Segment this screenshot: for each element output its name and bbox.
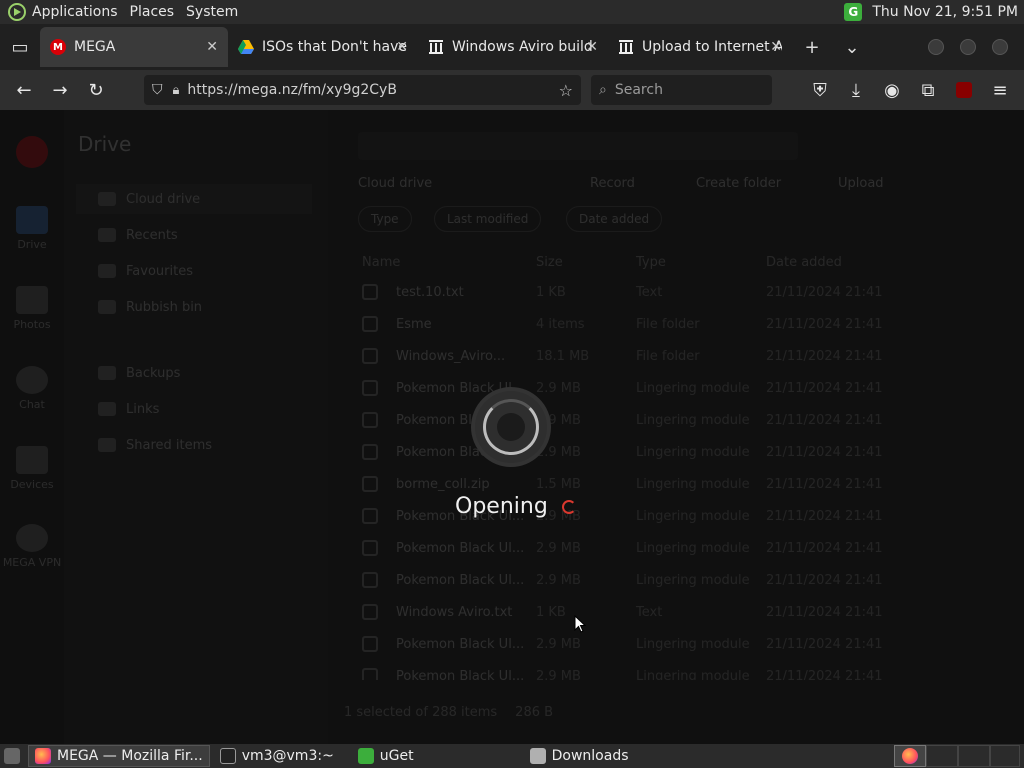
download-icon: ⤓: [852, 79, 860, 101]
arrow-left-icon: ←: [16, 79, 32, 101]
uget-tray-icon[interactable]: G: [844, 3, 863, 21]
minimize-button[interactable]: [928, 39, 944, 55]
taskbar-label: MEGA — Mozilla Fir...: [57, 748, 203, 764]
workspace-3[interactable]: [958, 745, 990, 767]
folder-icon: [529, 748, 546, 764]
close-icon[interactable]: ✕: [396, 39, 408, 55]
workspace-1[interactable]: [894, 745, 926, 767]
clock[interactable]: Thu Nov 21, 9:51 PM: [872, 4, 1018, 20]
hamburger-menu-icon: ≡: [992, 79, 1008, 101]
taskbar-label: vm3@vm3:~: [241, 748, 334, 764]
archive-icon: [618, 39, 634, 55]
taskbar-item-downloads[interactable]: Downloads: [524, 745, 635, 767]
tab-title: MEGA: [74, 39, 116, 55]
downloads-button[interactable]: ⤓: [838, 72, 874, 108]
shield-icon[interactable]: ⛉: [152, 82, 163, 98]
archive-icon: [428, 39, 444, 55]
top-panel: Applications Places System G Thu Nov 21,…: [0, 0, 1024, 24]
app-menu-button[interactable]: ≡: [982, 72, 1018, 108]
taskbar-label: Downloads: [551, 748, 629, 764]
pocket-icon: ⛨: [813, 79, 827, 101]
account-button[interactable]: ◉: [874, 72, 910, 108]
taskbar-item-uget[interactable]: uGet: [352, 745, 420, 767]
maximize-button[interactable]: [960, 39, 976, 55]
show-desktop-button[interactable]: [0, 745, 24, 767]
search-field[interactable]: ⌕ Search: [591, 75, 772, 105]
spinner-icon: [561, 499, 576, 514]
mega-loading-icon: [475, 391, 547, 463]
tab-title: ISOs that Don't haven: [262, 39, 408, 55]
search-icon: ⌕: [599, 82, 607, 98]
menu-places[interactable]: Places: [124, 4, 181, 20]
terminal-icon: [219, 748, 236, 764]
arrow-right-icon: →: [52, 79, 68, 101]
tab-upload-ia[interactable]: Upload to Internet Arc ✕: [608, 27, 792, 67]
drive-icon: [238, 39, 254, 55]
new-tab-button[interactable]: +: [792, 27, 832, 67]
url-bar[interactable]: ⛉ 🔒︎ https://mega.nz/fm/xy9g2CyB ☆: [144, 75, 581, 105]
firefox-icon: [902, 748, 918, 764]
loading-core: [497, 413, 525, 441]
ublock-button[interactable]: [946, 72, 982, 108]
workspace-2[interactable]: [926, 745, 958, 767]
tab-title: Upload to Internet Arc: [642, 39, 782, 55]
opening-text: Opening: [455, 494, 548, 519]
taskbar: MEGA — Mozilla Fir... vm3@vm3:~ uGet Dow…: [0, 744, 1024, 768]
lock-icon[interactable]: 🔒︎: [173, 83, 180, 98]
firefox-icon: [35, 748, 51, 764]
pocket-button[interactable]: ⛨: [802, 72, 838, 108]
back-button[interactable]: ←: [6, 72, 42, 108]
list-all-tabs-button[interactable]: ⌄: [832, 27, 872, 67]
search-placeholder: Search: [614, 82, 663, 98]
page-content: Drive Photos Chat Devices MEGA VPN Drive…: [0, 110, 1024, 744]
url-text[interactable]: https://mega.nz/fm/xy9g2CyB: [187, 82, 397, 98]
ublock-icon: [956, 82, 972, 98]
puzzle-icon: ⧉: [921, 79, 935, 101]
desktop-icon: [4, 748, 20, 764]
tab-mega[interactable]: M MEGA ✕: [40, 27, 228, 67]
close-icon[interactable]: ✕: [770, 39, 782, 55]
workspace-4[interactable]: [990, 745, 1020, 767]
plus-icon: +: [804, 36, 820, 58]
tab-bar: ▭ M MEGA ✕ ISOs that Don't haven ✕ Windo…: [0, 24, 1024, 70]
menu-applications[interactable]: Applications: [26, 4, 124, 20]
close-icon[interactable]: ✕: [206, 39, 218, 55]
tab-title: Windows Aviro build: [452, 39, 593, 55]
reload-icon: ↻: [88, 79, 104, 101]
account-icon: ◉: [884, 79, 900, 101]
opening-indicator: Opening: [455, 494, 576, 519]
taskbar-label: uGet: [379, 748, 414, 764]
distro-logo-icon[interactable]: [8, 3, 26, 21]
close-window-button[interactable]: [992, 39, 1008, 55]
uget-icon: [357, 748, 374, 764]
tab-list-icon: ▭: [11, 36, 29, 58]
tab-overview-button[interactable]: ▭: [0, 27, 40, 67]
reload-button[interactable]: ↻: [78, 72, 114, 108]
navigation-bar: ← → ↻ ⛉ 🔒︎ https://mega.nz/fm/xy9g2CyB ☆…: [0, 70, 1024, 110]
mega-icon: M: [50, 39, 66, 55]
tab-isos[interactable]: ISOs that Don't haven ✕: [228, 27, 418, 67]
mouse-cursor-icon: [574, 615, 586, 633]
tab-windows-aviro[interactable]: Windows Aviro build ✕: [418, 27, 608, 67]
extensions-button[interactable]: ⧉: [910, 72, 946, 108]
close-icon[interactable]: ✕: [586, 39, 598, 55]
taskbar-item-firefox[interactable]: MEGA — Mozilla Fir...: [28, 745, 210, 767]
taskbar-item-terminal[interactable]: vm3@vm3:~: [214, 745, 340, 767]
bookmark-star-icon[interactable]: ☆: [559, 81, 573, 100]
forward-button[interactable]: →: [42, 72, 78, 108]
menu-system[interactable]: System: [180, 4, 244, 20]
chevron-down-icon: ⌄: [844, 36, 860, 58]
